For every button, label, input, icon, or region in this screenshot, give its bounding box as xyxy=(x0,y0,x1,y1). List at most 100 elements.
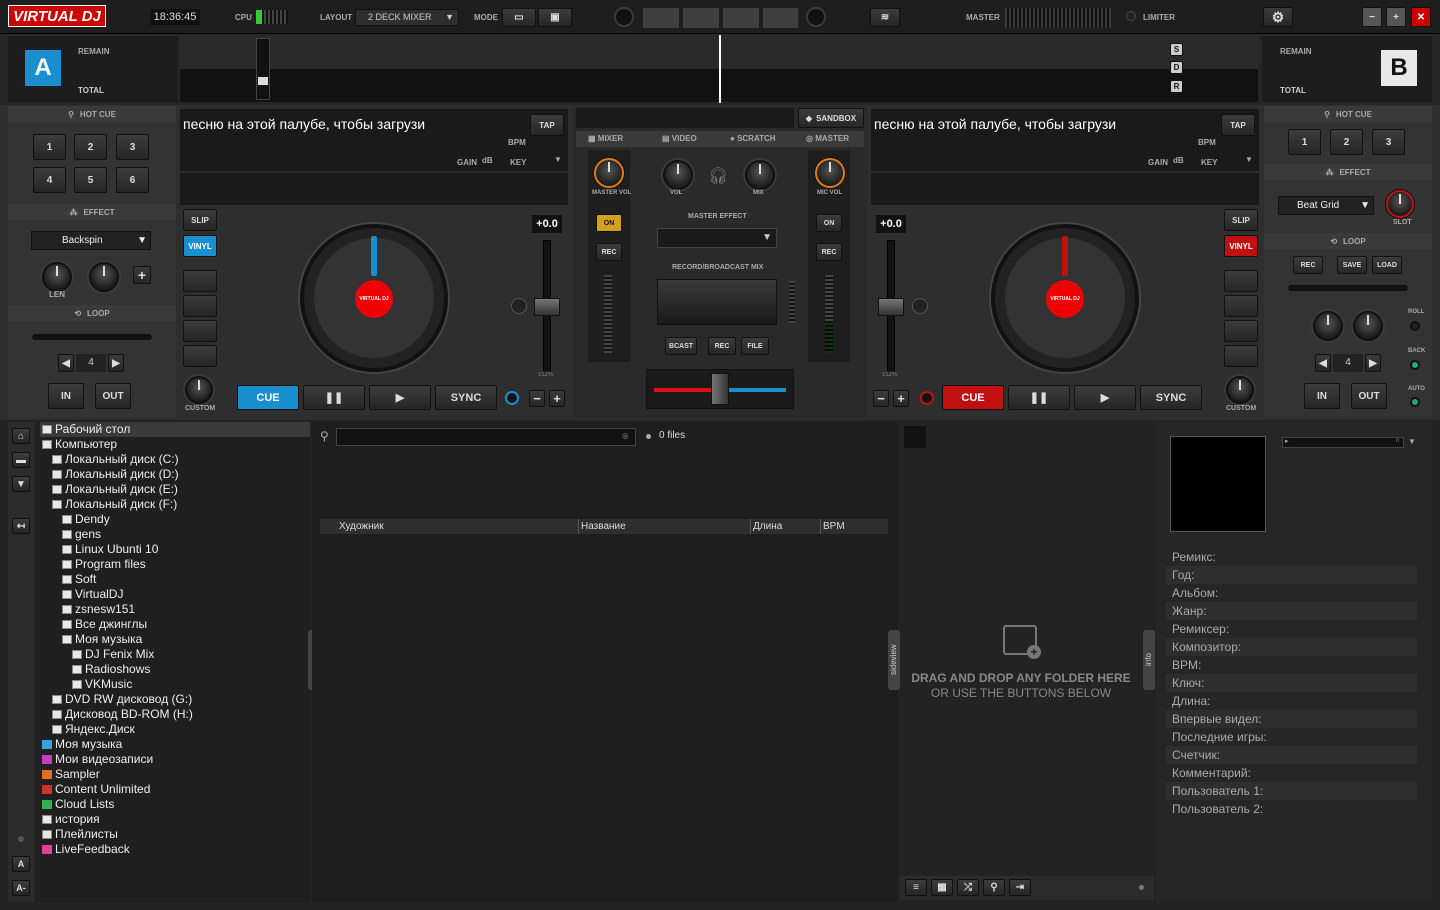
column-bpm[interactable]: BPM xyxy=(820,519,845,534)
tree-item[interactable]: Локальный диск (C:) xyxy=(40,452,310,467)
loop-length-knob[interactable] xyxy=(1353,311,1383,341)
wave-side-r[interactable]: R xyxy=(1170,80,1183,93)
deck-a-key-dropdown[interactable]: ▼ xyxy=(554,155,566,167)
deck-a-sync-button[interactable]: SYNC xyxy=(435,385,497,410)
tab-mixer[interactable]: ▦ MIXER xyxy=(588,134,623,143)
deck-b-custom-knob[interactable] xyxy=(1226,376,1254,404)
sideview-playlist-button[interactable]: ≡ xyxy=(905,879,927,896)
right-loop-out-button[interactable]: OUT xyxy=(1351,383,1387,409)
deck-a-cue-button[interactable]: CUE xyxy=(237,385,299,410)
close-button[interactable]: ✕ xyxy=(1411,7,1431,27)
deck-a-custom-knob[interactable] xyxy=(185,376,213,404)
deck-b-pad-1[interactable] xyxy=(1224,270,1258,292)
sandbox-button[interactable]: ◆ SANDBOX xyxy=(798,108,864,128)
sideview-shuffle-button[interactable]: ⤮ xyxy=(957,879,979,896)
tree-item[interactable]: Content Unlimited xyxy=(40,782,310,797)
tree-item[interactable]: gens xyxy=(40,527,310,542)
tree-item[interactable]: VKMusic xyxy=(40,677,310,692)
rec-button-right[interactable]: REC xyxy=(816,243,842,261)
hotcue-1[interactable]: 1 xyxy=(33,134,66,160)
effect-select[interactable]: Backspin ▼ xyxy=(31,231,151,250)
deck-b-key-dropdown[interactable]: ▼ xyxy=(1245,155,1257,167)
back-toggle[interactable] xyxy=(1410,360,1420,370)
tree-item[interactable]: Рабочий стол xyxy=(40,422,310,437)
deck-a-play-button[interactable]: ▶ xyxy=(369,385,431,410)
wave-side-d[interactable]: D xyxy=(1170,61,1183,74)
deck-a-pitch-reset[interactable] xyxy=(511,298,527,314)
right-loop-slider[interactable] xyxy=(1288,285,1408,291)
tree-item[interactable]: Дисковод BD-ROM (H:) xyxy=(40,707,310,722)
layout-select[interactable]: 2 DECK MIXER ▼ xyxy=(355,9,459,26)
tree-item[interactable]: VirtualDJ xyxy=(40,587,310,602)
record-file-button[interactable]: FILE xyxy=(741,337,769,355)
right-hotcue-2[interactable]: 2 xyxy=(1330,129,1363,155)
tree-item[interactable]: Cloud Lists xyxy=(40,797,310,812)
deck-b-play-button[interactable]: ▶ xyxy=(1074,385,1136,410)
effect-param-knob[interactable] xyxy=(89,262,119,292)
info-tab[interactable]: info xyxy=(1143,630,1155,690)
tree-item[interactable]: история xyxy=(40,812,310,827)
deck-a-pitch-plus[interactable]: + xyxy=(549,390,565,407)
tree-item[interactable]: Моя музыка xyxy=(40,632,310,647)
right-hotcue-3[interactable]: 3 xyxy=(1372,129,1405,155)
browser-home-button[interactable]: ⌂ xyxy=(12,428,30,444)
right-loop-in-button[interactable]: IN xyxy=(1304,383,1340,409)
column-artist[interactable]: Художник xyxy=(339,519,384,534)
loop-in-button[interactable]: IN xyxy=(48,383,84,409)
clear-search-icon[interactable]: ⊗ xyxy=(621,431,629,442)
tree-item[interactable]: Локальный диск (D:) xyxy=(40,467,310,482)
hotcue-4[interactable]: 4 xyxy=(33,167,66,193)
hotcue-6[interactable]: 6 xyxy=(116,167,149,193)
deck-a-tap-button[interactable]: TAP xyxy=(530,114,564,136)
deck-b-pad-3[interactable] xyxy=(1224,320,1258,342)
tree-item[interactable]: Локальный диск (F:) xyxy=(40,497,310,512)
deck-b-cue-button[interactable]: CUE xyxy=(942,385,1004,410)
deck-a-sync-led[interactable] xyxy=(505,391,519,405)
column-title[interactable]: Название xyxy=(578,519,626,534)
deck-b-slip-button[interactable]: SLIP xyxy=(1224,209,1258,231)
tab-video[interactable]: ▤ VIDEO xyxy=(662,134,697,143)
deck-b-pad-4[interactable] xyxy=(1224,345,1258,367)
deck-a-vinyl-button[interactable]: VINYL xyxy=(183,235,217,257)
deck-b-vinyl-button[interactable]: VINYL xyxy=(1224,235,1258,257)
sideview-grid-button[interactable]: ▦ xyxy=(931,879,953,896)
slot-knob[interactable] xyxy=(1386,190,1414,218)
sideview-mic-button[interactable]: ⚲ xyxy=(983,879,1005,896)
minimize-button[interactable]: − xyxy=(1362,7,1382,27)
deck-a-pad-3[interactable] xyxy=(183,320,217,342)
tab-master[interactable]: ◎ MASTER xyxy=(806,134,849,143)
sideview-tab[interactable]: sideview xyxy=(888,630,900,690)
waveform-button[interactable]: ≋ xyxy=(870,8,900,27)
tree-item[interactable]: DJ Fenix Mix xyxy=(40,647,310,662)
deck-b-pitch-minus[interactable]: − xyxy=(873,390,889,407)
deck-a-slip-button[interactable]: SLIP xyxy=(183,209,217,231)
browser-back-button[interactable]: ↤ xyxy=(12,518,30,534)
info-dropdown[interactable]: ▼ xyxy=(1408,437,1416,446)
deck-b-sync-led[interactable] xyxy=(920,391,934,405)
deck-b-pause-button[interactable]: ❚❚ xyxy=(1008,385,1070,410)
deck-b-pitch-plus[interactable]: + xyxy=(893,390,909,407)
master-effect-select[interactable]: ▼ xyxy=(657,228,777,248)
hotcue-5[interactable]: 5 xyxy=(74,167,107,193)
wave-side-s[interactable]: S xyxy=(1170,43,1183,56)
loop-save-button[interactable]: SAVE xyxy=(1337,256,1367,274)
tree-item[interactable]: Локальный диск (E:) xyxy=(40,482,310,497)
mix-knob[interactable] xyxy=(745,160,775,190)
tree-item[interactable]: Linux Ubunti 10 xyxy=(40,542,310,557)
tree-item[interactable]: DVD RW дисковод (G:) xyxy=(40,692,310,707)
tree-item[interactable]: Компьютер xyxy=(40,437,310,452)
mode-external-button[interactable]: ▣ xyxy=(538,8,572,27)
hotcue-2[interactable]: 2 xyxy=(74,134,107,160)
loop-decrease-button[interactable]: ◀ xyxy=(58,354,74,372)
deck-a-pause-button[interactable]: ❚❚ xyxy=(303,385,365,410)
deck-b-tap-button[interactable]: TAP xyxy=(1221,114,1255,136)
broadcast-button[interactable]: BCAST xyxy=(665,337,697,355)
sideview-export-button[interactable]: ⇥ xyxy=(1009,879,1031,896)
mode-laptop-button[interactable]: ▭ xyxy=(502,8,536,27)
waveform-zoom-slider[interactable] xyxy=(256,38,270,100)
master-vol-knob[interactable] xyxy=(594,158,624,188)
tree-item[interactable]: Плейлисты xyxy=(40,827,310,842)
maximize-button[interactable]: + xyxy=(1386,7,1406,27)
mic-vol-knob[interactable] xyxy=(815,158,845,188)
right-effect-select[interactable]: Beat Grid ▼ xyxy=(1278,196,1374,215)
